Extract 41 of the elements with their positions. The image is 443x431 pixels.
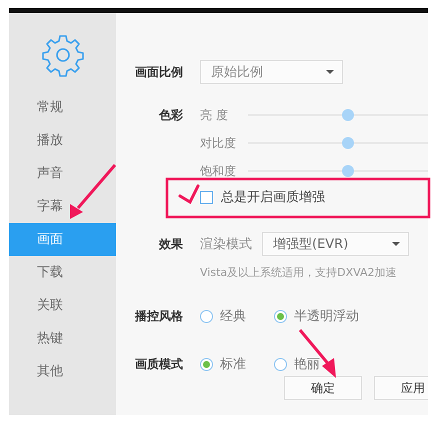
caret-icon (392, 242, 400, 246)
setting-label: 画质模式 (134, 356, 183, 372)
sidebar-item[interactable]: 下载 (9, 256, 116, 289)
sidebar-item[interactable]: 关联 (9, 289, 116, 322)
checkbox[interactable] (200, 190, 213, 204)
slider-label: 亮 度 (200, 106, 229, 124)
dropdown[interactable]: 原始比例 (200, 60, 343, 84)
radio-button[interactable] (274, 358, 287, 370)
sidebar-item[interactable]: 声音 (9, 157, 116, 190)
setting-label: 色彩 (158, 106, 183, 124)
radio-label: 经典 (220, 308, 246, 325)
sidebar-item[interactable]: 其他 (9, 355, 116, 388)
sidebar-item[interactable]: 热键 (9, 322, 116, 355)
sidebar-item[interactable]: 字幕 (9, 190, 116, 223)
caret-icon (326, 70, 334, 74)
setting-sublabel: 渲染模式 (200, 236, 253, 253)
hint-text: Vista及以上系统适用，支持DXVA2加速 (200, 264, 396, 280)
sidebar-item[interactable]: 画面 (9, 223, 116, 256)
slider-thumb[interactable] (342, 165, 354, 177)
radio-label: 标准 (220, 356, 246, 373)
setting-label: 播控风格 (134, 308, 183, 324)
radio-label: 半透明浮动 (294, 308, 359, 325)
setting-label: 画面比例 (134, 64, 183, 80)
sidebar-item[interactable]: 播放 (9, 124, 116, 157)
radio-button[interactable] (274, 310, 287, 322)
apply-button[interactable]: 应用 (374, 376, 428, 400)
radio-button[interactable] (200, 310, 213, 322)
radio-label: 艳丽 (294, 356, 320, 373)
check-mark (178, 184, 200, 204)
dropdown[interactable]: 增强型(EVR) (262, 232, 409, 256)
radio-button[interactable] (200, 358, 213, 370)
slider-label: 饱和度 (200, 162, 237, 180)
setting-label: 效果 (158, 236, 183, 252)
annotation-arrow (70, 164, 116, 219)
slider-thumb[interactable] (342, 109, 354, 121)
sidebar-item[interactable]: 常规 (9, 91, 116, 124)
slider-thumb[interactable] (342, 137, 354, 149)
settings-icon (40, 33, 84, 77)
ok-button[interactable]: 确定 (284, 376, 362, 400)
slider-label: 对比度 (200, 134, 237, 152)
checkbox-label: 总是开启画质增强 (221, 189, 325, 206)
